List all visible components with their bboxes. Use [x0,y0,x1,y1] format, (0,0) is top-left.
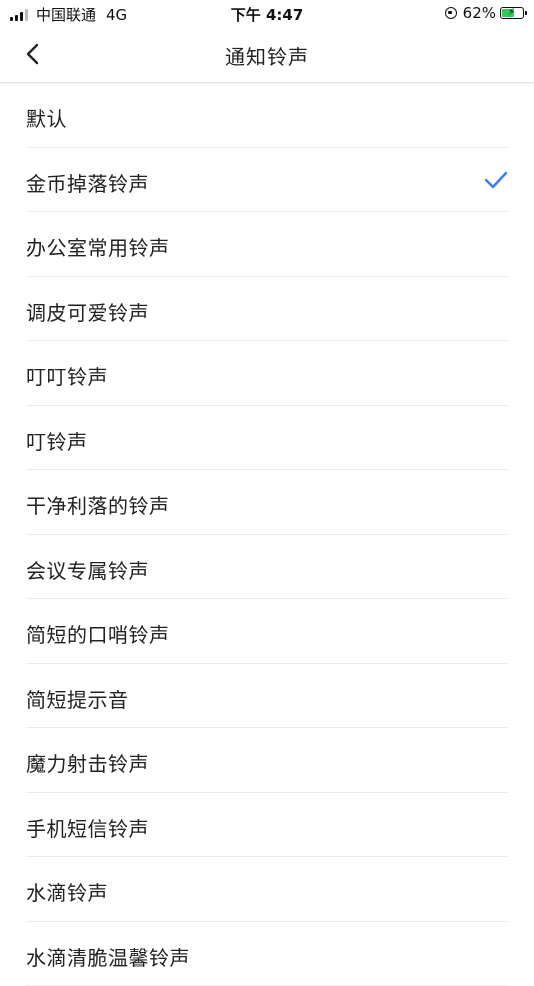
ringtone-option[interactable]: 水滴清脆温馨铃声 [26,922,508,986]
ringtone-label: 干净利落的铃声 [26,490,170,519]
battery-percent: 62% [463,4,496,22]
ringtone-label: 简短提示音 [26,684,129,713]
ringtone-label: 魔力射击铃声 [26,748,149,777]
rotation-lock-icon [445,7,457,19]
ringtone-label: 办公室常用铃声 [26,232,170,261]
navigation-bar: 通知铃声 [0,28,534,83]
ringtone-option[interactable]: 水滴铃声 [26,857,508,922]
ringtone-option[interactable]: 魔力射击铃声 [26,728,508,793]
ringtone-label: 水滴清脆温馨铃声 [26,942,190,971]
ringtone-option[interactable]: 办公室常用铃声 [26,212,508,277]
ringtone-option[interactable]: 会议专属铃声 [26,535,508,600]
ringtone-label: 水滴铃声 [26,877,108,906]
ringtone-option[interactable]: 简短的口哨铃声 [26,599,508,664]
ringtone-label: 默认 [26,103,67,132]
ringtone-label: 叮铃声 [26,426,88,455]
status-bar: 中国联通 4G 下午 4:47 62% ⚡ [0,0,534,28]
ringtone-list: 默认金币掉落铃声办公室常用铃声调皮可爱铃声叮叮铃声叮铃声干净利落的铃声会议专属铃… [0,83,534,986]
ringtone-option[interactable]: 干净利落的铃声 [26,470,508,535]
ringtone-label: 调皮可爱铃声 [26,297,149,326]
ringtone-label: 金币掉落铃声 [26,168,149,197]
ringtone-option[interactable]: 调皮可爱铃声 [26,277,508,342]
ringtone-label: 简短的口哨铃声 [26,619,170,648]
ringtone-option[interactable]: 手机短信铃声 [26,793,508,858]
ringtone-option[interactable]: 默认 [26,83,508,148]
battery-icon: ⚡ [500,7,524,19]
ringtone-option[interactable]: 简短提示音 [26,664,508,729]
ringtone-label: 会议专属铃声 [26,555,149,584]
ringtone-option[interactable]: 叮叮铃声 [26,341,508,406]
checkmark-icon [484,170,508,190]
ringtone-label: 手机短信铃声 [26,813,149,842]
status-right: 62% ⚡ [445,4,524,22]
ringtone-option[interactable]: 金币掉落铃声 [26,148,508,213]
ringtone-option[interactable]: 叮铃声 [26,406,508,471]
page-title: 通知铃声 [0,41,534,70]
ringtone-label: 叮叮铃声 [26,361,108,390]
charging-bolt-icon: ⚡ [508,7,515,19]
